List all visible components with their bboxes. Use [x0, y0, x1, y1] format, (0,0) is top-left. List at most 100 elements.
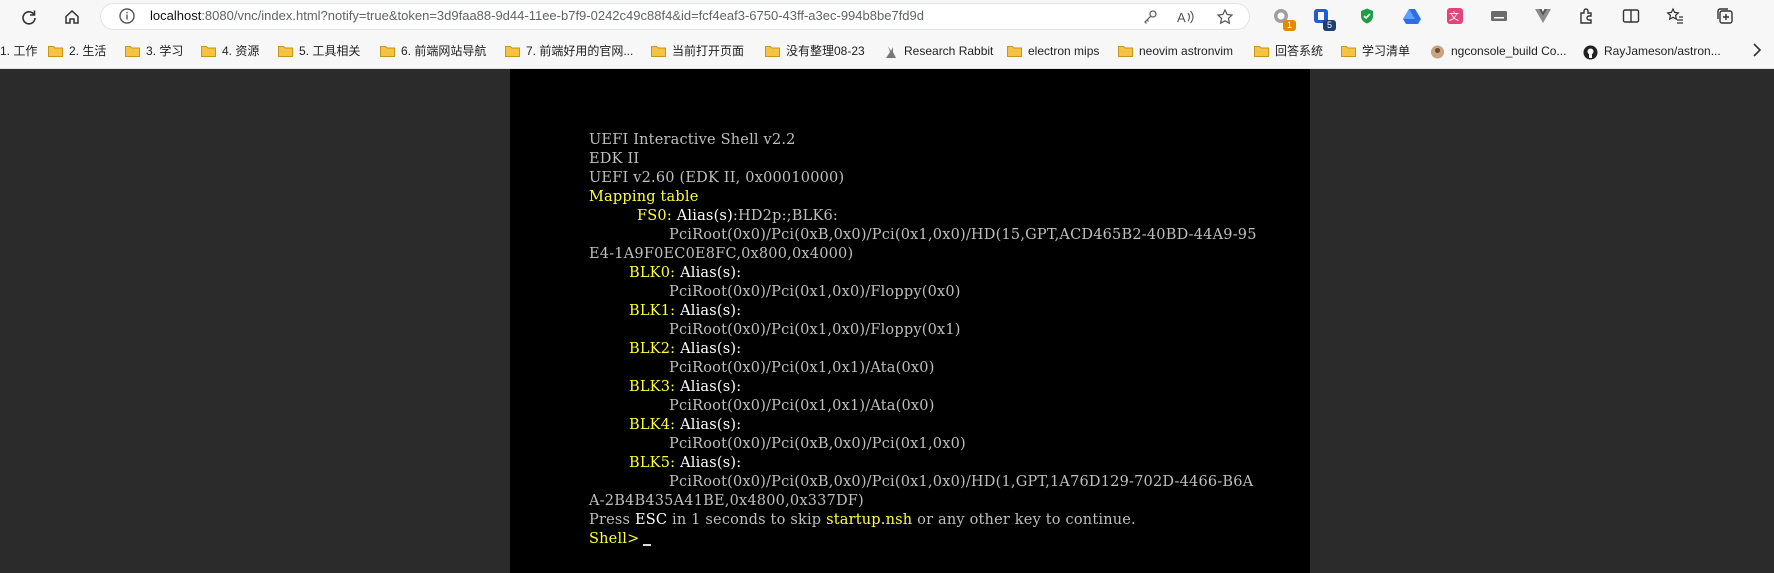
browser-toolbar: localhost:8080/vnc/index.html?notify=tru… [0, 0, 1774, 34]
bookmark-folder[interactable]: 7. 前端好用的官网... [505, 42, 633, 60]
folder-icon [651, 45, 666, 57]
read-aloud-icon[interactable]: A [1175, 7, 1195, 27]
folder-icon [201, 45, 216, 57]
bookmark-folder[interactable]: 3. 学习 [125, 42, 183, 60]
press-text: Press [589, 512, 635, 528]
alias-value: :HD2p:;BLK6: [732, 208, 838, 224]
bookmark-folder[interactable]: neovim astronvim [1118, 42, 1233, 60]
bookmark-label: 2. 生活 [69, 44, 107, 58]
bookmarks-bar: 1. 工作 2. 生活 3. 学习 4. 资源 5. 工具相关 6. 前端网站导… [0, 34, 1774, 69]
folder-icon [765, 45, 780, 57]
drive-icon[interactable] [1401, 5, 1423, 27]
shell-banner: UEFI Interactive Shell v2.2 [589, 132, 796, 148]
vue-devtools-icon[interactable] [1532, 5, 1554, 27]
text-cursor [643, 544, 652, 546]
bookmark-folder[interactable]: 6. 前端网站导航 [380, 42, 486, 60]
bookmark-link[interactable]: RayJameson/astron... [1583, 42, 1721, 60]
bookmark-label: ngconsole_build Co... [1451, 44, 1567, 58]
bookmark-folder[interactable]: 5. 工具相关 [278, 42, 360, 60]
mapping-table-title: Mapping table [589, 189, 699, 205]
startup-script-name: startup.nsh [826, 512, 913, 528]
bookmark-folder[interactable]: 当前打开页面 [651, 42, 744, 60]
device-name: BLK5 [629, 455, 671, 471]
rabbit-icon [883, 45, 898, 58]
key-icon[interactable] [1140, 7, 1160, 27]
home-icon[interactable] [59, 4, 85, 30]
url-text[interactable]: localhost:8080/vnc/index.html?notify=tru… [150, 8, 924, 23]
reload-icon[interactable] [16, 4, 42, 30]
bookmark-label: 没有整理08-23 [786, 44, 865, 58]
device-path: PciRoot(0x0)/Pci(0x1,0x0)/Floppy(0x0) [669, 284, 961, 300]
bookmark-folder[interactable]: electron mips [1007, 42, 1099, 60]
site-info-icon[interactable] [118, 7, 136, 25]
shell-prompt-line[interactable]: Shell> [589, 530, 652, 549]
avatar-icon [1430, 45, 1445, 59]
blk4-entry: BLK4: Alias(s): [629, 417, 742, 433]
device-path-cont: A-2B4B435A41BE,0x4800,0x337DF) [589, 493, 864, 509]
continue-text: or any other key to continue. [912, 512, 1136, 528]
bookmark-label: 回答系统 [1275, 44, 1324, 58]
bookmark-folder[interactable]: 没有整理08-23 [765, 42, 865, 60]
bookmark-folder[interactable]: 回答系统 [1254, 42, 1323, 60]
device-name: BLK0 [629, 265, 671, 281]
bookmark-label: 学习清单 [1362, 44, 1411, 58]
device-path: PciRoot(0x0)/Pci(0x1,0x1)/Ata(0x0) [669, 398, 935, 414]
url-path: :8080/vnc/index.html?notify=true&token=3… [201, 8, 924, 23]
folder-icon [1007, 45, 1022, 57]
extensions-puzzle-icon[interactable] [1576, 5, 1598, 27]
alias-label: Alias(s) [680, 341, 737, 357]
folder-icon [1118, 45, 1133, 57]
translate-icon[interactable]: 文 [1444, 5, 1466, 27]
url-host: localhost [150, 8, 202, 23]
bookmark-folder[interactable]: 4. 资源 [201, 42, 259, 60]
alias-label: Alias(s) [680, 379, 737, 395]
folder-icon [48, 45, 63, 57]
bookmark-folder[interactable]: 1. 工作 [0, 42, 37, 60]
bookmark-link[interactable]: ngconsole_build Co... [1430, 42, 1566, 60]
alias-label: Alias(s) [680, 455, 737, 471]
device-name: BLK2 [629, 341, 671, 357]
shell-prompt: Shell> [589, 531, 640, 547]
keyboard-icon[interactable] [1488, 5, 1510, 27]
bookmark-folder[interactable]: 学习清单 [1341, 42, 1410, 60]
chevron-right-icon[interactable] [1752, 43, 1762, 60]
bookmark-folder[interactable]: 2. 生活 [48, 42, 106, 60]
countdown-text: in 1 seconds to skip [667, 512, 827, 528]
extension-badge-icon[interactable]: 1 [1270, 5, 1296, 31]
esc-key-text: ESC [634, 512, 668, 528]
blk3-entry: BLK3: Alias(s): [629, 379, 742, 395]
bookmark-label: Research Rabbit [904, 44, 994, 58]
device-path: PciRoot(0x0)/Pci(0xB,0x0)/Pci(0x1,0x0)/H… [669, 227, 1257, 243]
address-bar[interactable]: localhost:8080/vnc/index.html?notify=tru… [100, 3, 1250, 30]
collections-icon[interactable] [1714, 5, 1736, 27]
github-icon [1583, 45, 1598, 60]
tab-counter-badge: 5 [1323, 20, 1336, 31]
uefi-version-line: UEFI v2.60 (EDK II, 0x00010000) [589, 170, 845, 186]
device-name: BLK1 [629, 303, 671, 319]
favorites-list-icon[interactable] [1664, 5, 1686, 27]
bookmark-label: 当前打开页面 [672, 44, 745, 58]
favorite-star-icon[interactable] [1215, 7, 1235, 27]
bookmark-label: 7. 前端好用的官网... [526, 44, 634, 58]
blk5-entry: BLK5: Alias(s): [629, 455, 742, 471]
bookmark-label: RayJameson/astron... [1604, 44, 1721, 58]
bookmark-label: 6. 前端网站导航 [401, 44, 487, 58]
blk0-entry: BLK0: Alias(s): [629, 265, 742, 281]
device-name: FS0 [637, 208, 667, 224]
device-path: PciRoot(0x0)/Pci(0xB,0x0)/Pci(0x1,0x0) [669, 436, 966, 452]
shield-icon[interactable] [1356, 5, 1378, 27]
bookmark-link[interactable]: Research Rabbit [883, 42, 993, 60]
blk1-entry: BLK1: Alias(s): [629, 303, 742, 319]
folder-icon [1254, 45, 1269, 57]
svg-text:文: 文 [1449, 10, 1459, 23]
bookmark-label: 1. 工作 [0, 44, 38, 58]
device-path: PciRoot(0x0)/Pci(0xB,0x0)/Pci(0x1,0x0)/H… [669, 474, 1254, 490]
vnc-console-screen[interactable]: UEFI Interactive Shell v2.2 EDK II UEFI … [510, 69, 1310, 573]
tab-counter-icon[interactable]: 5 [1310, 5, 1336, 31]
bookmark-label: 3. 学习 [146, 44, 184, 58]
device-path-cont: E4-1A9F0EC0E8FC,0x800,0x4000) [589, 246, 854, 262]
extension-badge: 1 [1283, 20, 1296, 31]
split-screen-icon[interactable] [1620, 5, 1642, 27]
edk-line: EDK II [589, 151, 640, 167]
blk2-entry: BLK2: Alias(s): [629, 341, 742, 357]
